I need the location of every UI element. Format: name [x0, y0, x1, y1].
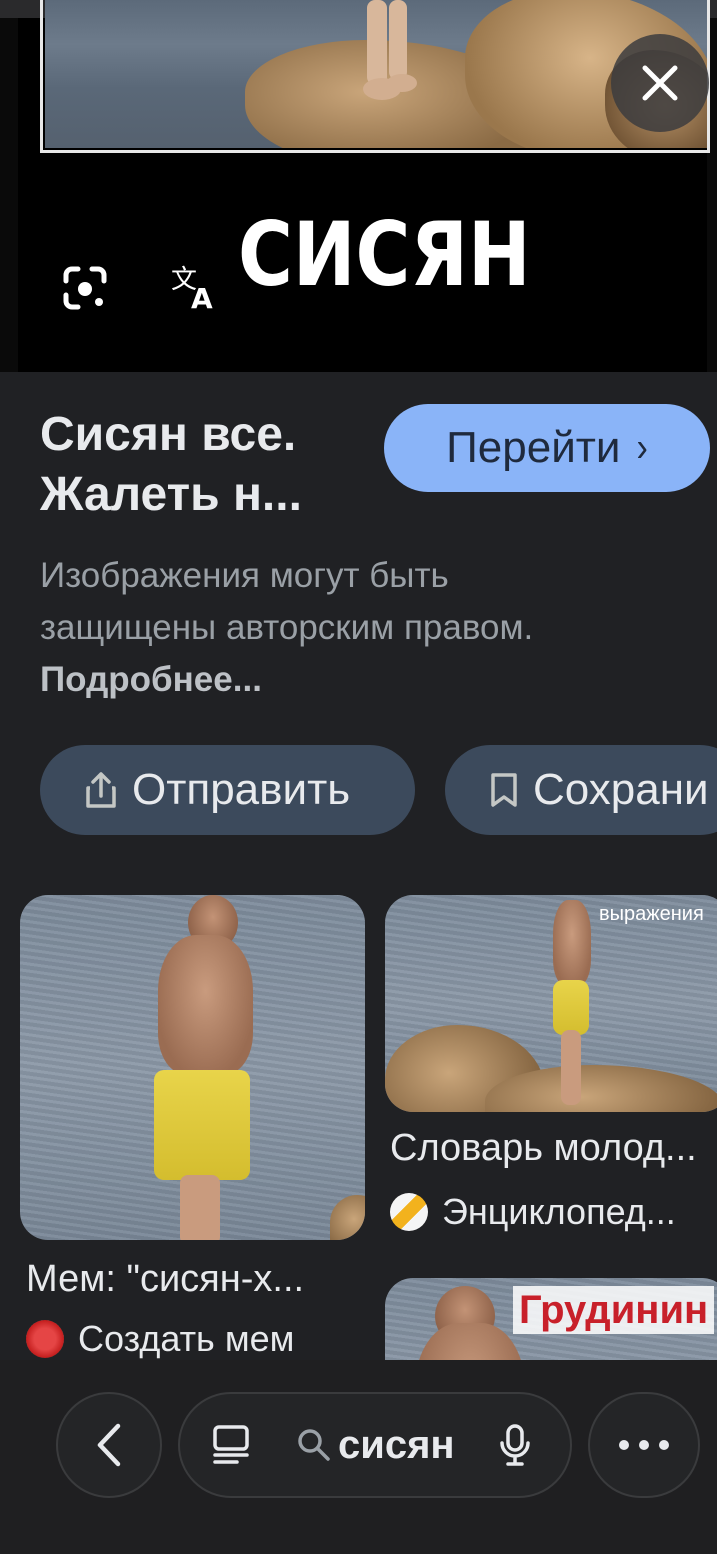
related-results: Мем: "сисян-х... Создать мем выражения С…	[0, 860, 717, 1360]
person-foot	[387, 74, 417, 92]
search-query[interactable]: сисян	[296, 1423, 455, 1468]
tabs-icon	[213, 1425, 249, 1464]
copyright-notice: Изображения могут быть защищены авторски…	[40, 550, 560, 706]
translate-icon: 文 A	[171, 265, 213, 314]
image-overlay-text: выражения	[599, 903, 704, 925]
chevron-left-icon	[97, 1423, 121, 1467]
result-title-line-2: Жалеть н...	[40, 468, 302, 521]
share-button-label: Отправить	[132, 765, 351, 814]
person-torso	[158, 935, 253, 1075]
person-legs	[561, 1030, 581, 1105]
person-legs	[180, 1175, 220, 1240]
google-lens-button[interactable]	[56, 259, 114, 317]
save-button[interactable]: Сохрани	[445, 745, 717, 835]
meme-site-icon	[26, 1320, 64, 1358]
goto-button-label: Перейти	[446, 423, 621, 472]
svg-text:A: A	[191, 282, 213, 314]
chevron-right-icon: ›	[636, 424, 648, 471]
search-query-text: сисян	[338, 1422, 455, 1467]
more-horizontal-icon	[619, 1440, 669, 1450]
result-image[interactable]: Грудинин	[385, 1278, 717, 1360]
address-bar[interactable]: сисян	[178, 1392, 572, 1498]
meme-frame	[40, 0, 710, 153]
result-title[interactable]: Словарь молод...	[390, 1126, 697, 1170]
image-viewer: СИСЯН 文 A	[0, 0, 717, 372]
back-button[interactable]	[56, 1392, 162, 1498]
share-icon	[86, 772, 116, 808]
result-source-label: Энциклопед...	[442, 1191, 676, 1232]
save-button-label: Сохрани	[533, 765, 709, 814]
image-overlay-text: Грудинин	[513, 1286, 715, 1334]
person-shorts	[154, 1070, 250, 1180]
result-source-label: Создать мем	[78, 1318, 295, 1359]
viewer-edge-left	[0, 18, 18, 372]
microphone-icon	[499, 1424, 530, 1466]
goto-button[interactable]: Перейти ›	[384, 404, 710, 492]
result-source[interactable]: Энциклопед...	[390, 1190, 676, 1234]
share-button[interactable]: Отправить	[40, 745, 415, 835]
close-icon	[642, 65, 678, 101]
bookmark-icon	[491, 773, 517, 807]
result-image[interactable]	[20, 895, 365, 1240]
copyright-text: Изображения могут быть защищены авторски…	[40, 556, 534, 647]
result-image[interactable]: выражения	[385, 895, 717, 1112]
tabs-button[interactable]	[210, 1424, 252, 1466]
meme-caption: СИСЯН	[238, 203, 531, 306]
close-button[interactable]	[611, 34, 709, 132]
person-leg	[389, 0, 407, 80]
result-title[interactable]: Мем: "сисян-х...	[26, 1257, 304, 1301]
person-leg	[367, 0, 387, 85]
result-title-line-1: Сисян все.	[40, 408, 297, 461]
google-lens-icon	[63, 266, 107, 310]
search-icon	[298, 1429, 330, 1461]
home-indicator-area	[0, 1540, 717, 1554]
result-source[interactable]: Создать мем	[26, 1317, 294, 1360]
meme-photo	[45, 0, 707, 148]
voice-search-button[interactable]	[495, 1422, 535, 1468]
more-button[interactable]	[588, 1392, 700, 1498]
learn-more-link[interactable]: Подробнее...	[40, 660, 262, 699]
translate-button[interactable]: 文 A	[166, 259, 224, 317]
person-shorts	[553, 980, 589, 1035]
result-title: Сисян все. Жалеть н...	[40, 405, 370, 525]
person-torso	[553, 900, 591, 985]
encyclopedia-site-icon	[390, 1193, 428, 1231]
